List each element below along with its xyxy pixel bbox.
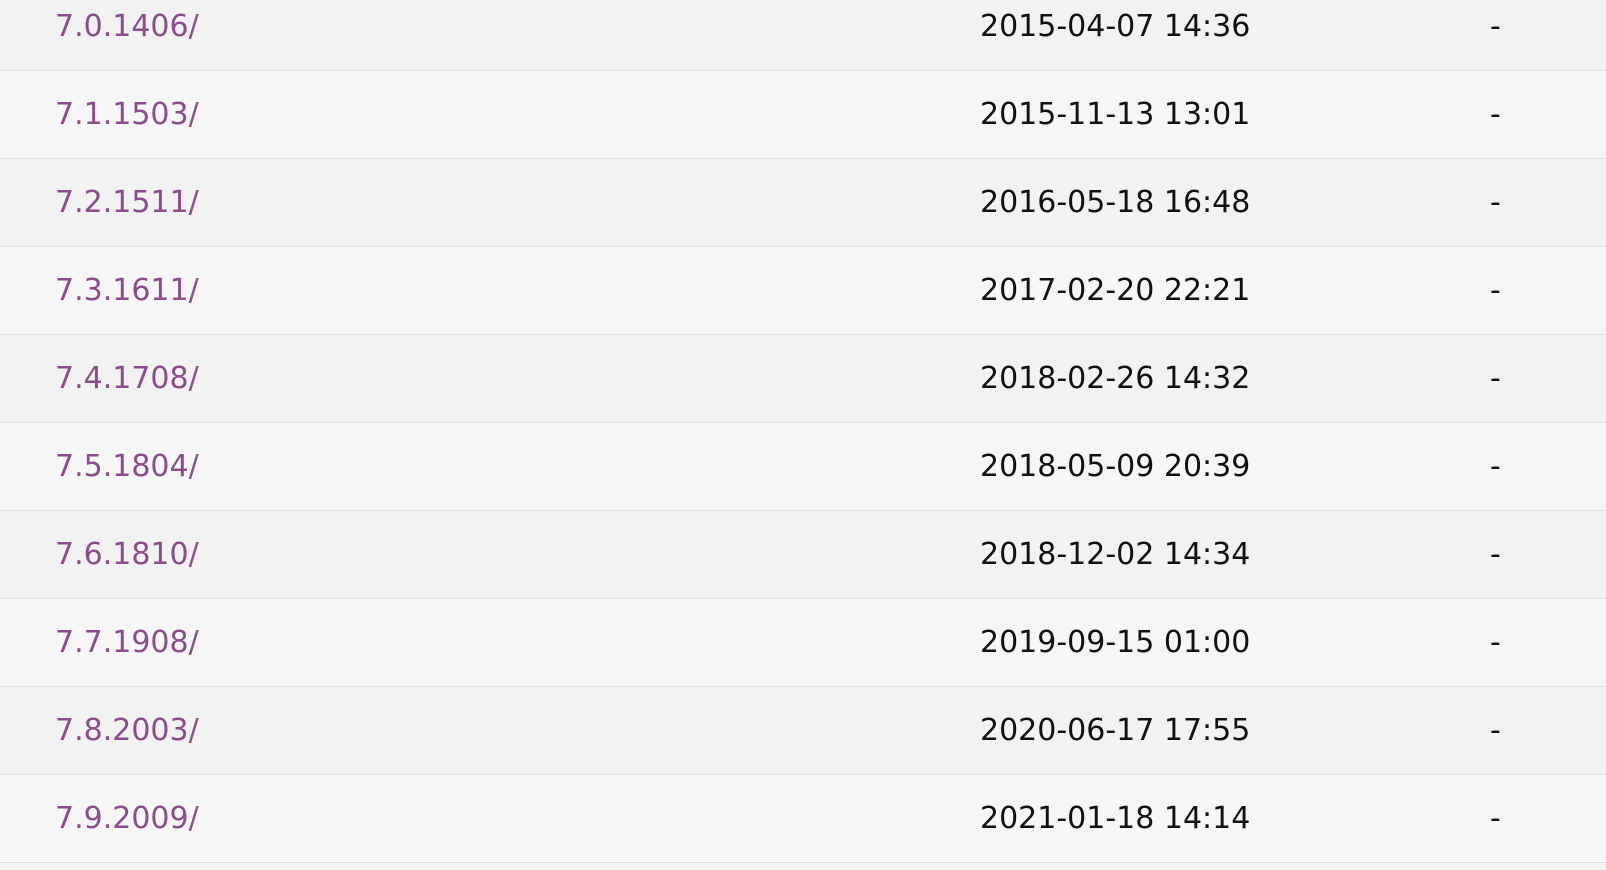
size-value: - <box>1490 9 1501 44</box>
table-row: 7.7.1908/ 2019-09-15 01:00 - <box>0 599 1606 687</box>
modified-date: 2020-06-17 17:55 <box>980 713 1251 748</box>
table-row: 7.0.1406/ 2015-04-07 14:36 - <box>0 0 1606 71</box>
directory-link[interactable]: 7.6.1810/ <box>55 511 199 598</box>
modified-date: 2018-12-02 14:34 <box>980 537 1251 572</box>
size-value: - <box>1490 273 1501 308</box>
size-value: - <box>1490 449 1501 484</box>
size-value: - <box>1490 801 1501 836</box>
directory-link[interactable]: 7.7.1908/ <box>55 599 199 686</box>
modified-date: 2018-05-09 20:39 <box>980 449 1251 484</box>
directory-link[interactable]: 7.2.1511/ <box>55 159 199 246</box>
modified-date: 2016-05-18 16:48 <box>980 185 1251 220</box>
size-value: - <box>1490 713 1501 748</box>
directory-link[interactable]: 7.0.1406/ <box>55 0 199 70</box>
size-value: - <box>1490 625 1501 660</box>
table-row: 7.6.1810/ 2018-12-02 14:34 - <box>0 511 1606 599</box>
directory-link[interactable]: 7.9.2009/ <box>55 775 199 862</box>
table-row: 7.1.1503/ 2015-11-13 13:01 - <box>0 71 1606 159</box>
size-value: - <box>1490 537 1501 572</box>
directory-link[interactable]: 7.8.2003/ <box>55 687 199 774</box>
modified-date: 2015-04-07 14:36 <box>980 9 1251 44</box>
modified-date: 2015-11-13 13:01 <box>980 97 1251 132</box>
table-row: 7.4.1708/ 2018-02-26 14:32 - <box>0 335 1606 423</box>
directory-link[interactable]: 7.4.1708/ <box>55 335 199 422</box>
table-row: 7.3.1611/ 2017-02-20 22:21 - <box>0 247 1606 335</box>
size-value: - <box>1490 361 1501 396</box>
modified-date: 2018-02-26 14:32 <box>980 361 1251 396</box>
table-row: 7.5.1804/ 2018-05-09 20:39 - <box>0 423 1606 511</box>
table-row: 7.9.2009/ 2021-01-18 14:14 - <box>0 775 1606 863</box>
directory-listing: 7.0.1406/ 2015-04-07 14:36 - 7.1.1503/ 2… <box>0 0 1606 863</box>
table-row: 7.2.1511/ 2016-05-18 16:48 - <box>0 159 1606 247</box>
modified-date: 2017-02-20 22:21 <box>980 273 1251 308</box>
directory-link[interactable]: 7.5.1804/ <box>55 423 199 510</box>
modified-date: 2019-09-15 01:00 <box>980 625 1251 660</box>
size-value: - <box>1490 97 1501 132</box>
directory-link[interactable]: 7.3.1611/ <box>55 247 199 334</box>
modified-date: 2021-01-18 14:14 <box>980 801 1251 836</box>
size-value: - <box>1490 185 1501 220</box>
table-row: 7.8.2003/ 2020-06-17 17:55 - <box>0 687 1606 775</box>
directory-link[interactable]: 7.1.1503/ <box>55 71 199 158</box>
